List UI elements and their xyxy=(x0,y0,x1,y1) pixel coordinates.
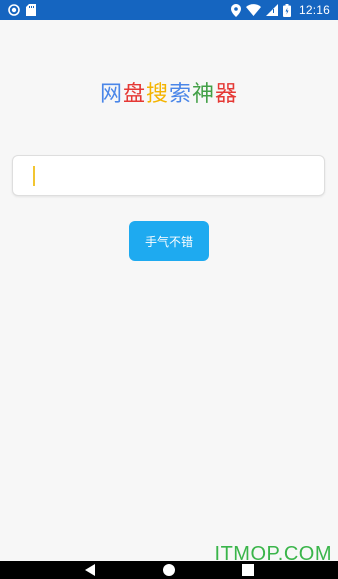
recents-icon[interactable] xyxy=(241,561,255,579)
text-caret xyxy=(33,166,35,186)
lucky-button[interactable]: 手气不错 xyxy=(129,221,209,261)
status-clock: 12:16 xyxy=(298,3,330,17)
battery-icon xyxy=(282,3,291,17)
app-title: 网盘搜索神器 xyxy=(0,76,338,108)
sd-card-icon xyxy=(26,4,36,16)
signal-icon xyxy=(265,4,278,16)
status-bar: 12:16 xyxy=(0,0,338,20)
navigation-bar xyxy=(0,561,338,579)
home-icon[interactable] xyxy=(162,561,176,579)
title-char: 网 xyxy=(99,82,123,107)
title-char: 神 xyxy=(192,82,216,107)
wifi-icon xyxy=(245,4,261,16)
location-icon xyxy=(230,3,241,17)
title-char: 搜 xyxy=(145,82,169,107)
title-char: 索 xyxy=(169,82,193,107)
app-notification-icon xyxy=(8,4,20,16)
search-box[interactable] xyxy=(12,155,325,196)
title-char: 盘 xyxy=(122,82,146,107)
back-icon[interactable] xyxy=(83,561,97,579)
title-char: 器 xyxy=(215,82,239,107)
status-bar-left xyxy=(8,4,36,16)
search-input[interactable] xyxy=(13,156,324,195)
status-bar-right: 12:16 xyxy=(230,3,330,17)
